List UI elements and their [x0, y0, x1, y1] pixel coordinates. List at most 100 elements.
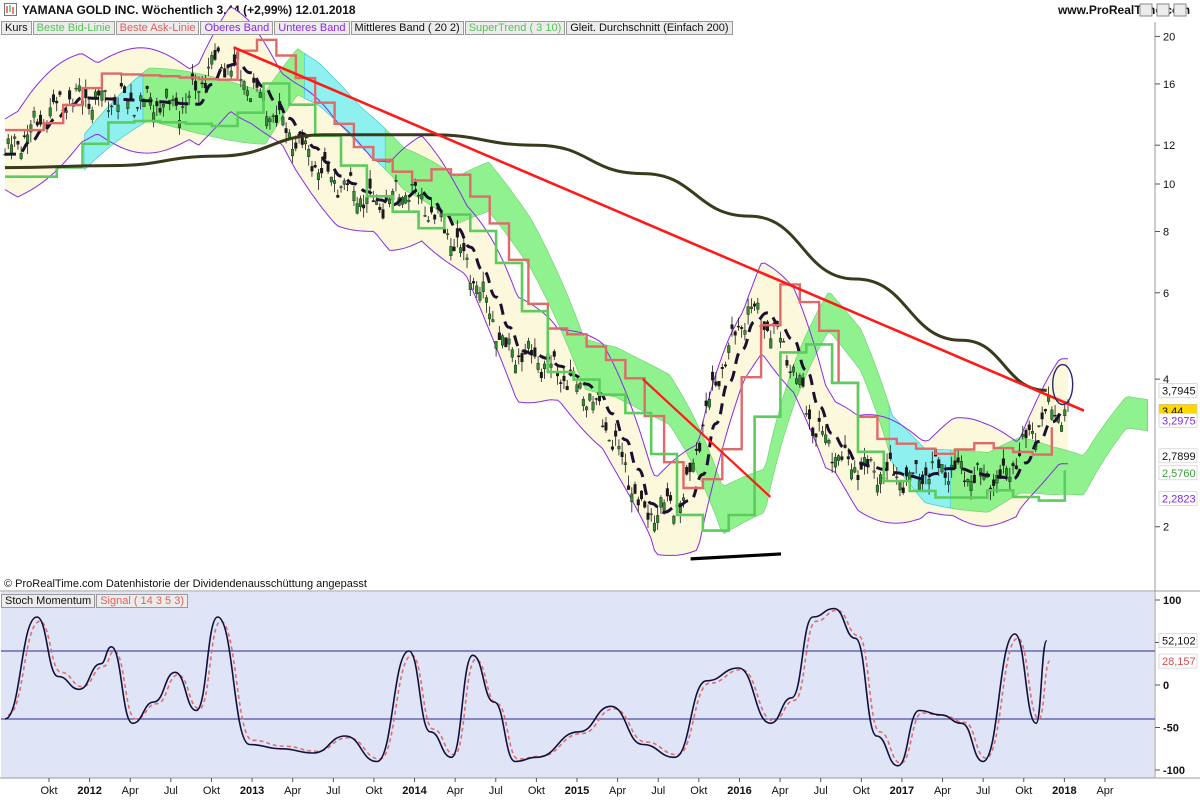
- candle-body: [375, 200, 379, 205]
- candle-body: [543, 363, 547, 369]
- candle-body: [365, 197, 369, 204]
- candle-body: [892, 474, 896, 476]
- candle-body: [946, 481, 950, 485]
- candle-body: [355, 203, 359, 214]
- candle-body: [1050, 409, 1054, 420]
- candle-body: [197, 91, 201, 93]
- legend-lower-band[interactable]: Unteres Band: [274, 21, 350, 35]
- candle-body: [917, 480, 921, 490]
- candle-body: [801, 377, 805, 387]
- price-tick-label: 10: [1163, 179, 1175, 191]
- candle-body: [782, 341, 786, 343]
- candle-body: [459, 247, 463, 254]
- candle-body: [724, 364, 728, 367]
- indicator-panel[interactable]: [1, 592, 1154, 778]
- candle-body: [35, 121, 39, 126]
- candle-body: [274, 115, 278, 123]
- candle-body: [636, 499, 640, 506]
- candle-body: [504, 337, 508, 348]
- candle-body: [614, 430, 618, 437]
- candle-body: [326, 163, 330, 172]
- candle-body: [51, 94, 55, 103]
- price-tick-label: 6: [1163, 288, 1169, 300]
- candle-body: [187, 95, 191, 98]
- candle-body: [132, 114, 136, 117]
- restore-icon[interactable]: [1139, 3, 1153, 17]
- candle-body: [429, 206, 433, 213]
- candle-body: [48, 107, 52, 117]
- candle-body: [1060, 425, 1064, 432]
- legend-upper-band[interactable]: Oberes Band: [200, 21, 274, 35]
- legend-ask[interactable]: Beste Ask-Linie: [115, 21, 200, 35]
- candle-body: [620, 451, 624, 458]
- price-tick-label: 20: [1163, 31, 1175, 43]
- legend-sma200[interactable]: Gleit. Durchschnitt (Einfach 200): [566, 21, 733, 35]
- candle-body: [223, 68, 227, 78]
- candle-body: [307, 149, 311, 157]
- candle-body: [607, 439, 611, 442]
- candle-body: [963, 480, 967, 483]
- candle-body: [455, 228, 459, 238]
- legend-middle-band[interactable]: Mittleres Band ( 20 2): [350, 21, 464, 35]
- indicator-last-stoch: 52,102: [1162, 636, 1196, 648]
- candle-body: [649, 513, 653, 516]
- candle-body: [32, 110, 36, 118]
- candle-body: [998, 469, 1002, 479]
- candle-body: [966, 479, 970, 483]
- candle-body: [468, 283, 472, 290]
- candle-body: [491, 319, 495, 322]
- candle-body: [16, 141, 20, 145]
- candle-body: [84, 88, 88, 99]
- indicator-name[interactable]: Stoch Momentum: [1, 594, 96, 608]
- candle-body: [714, 381, 718, 386]
- candle-body: [808, 409, 812, 420]
- candle-body: [711, 371, 715, 381]
- candle-body: [972, 474, 976, 483]
- candle-body: [811, 427, 815, 436]
- indicator-legend: Stoch Momentum Signal ( 14 3 5 3): [1, 594, 189, 608]
- candle-body: [1053, 414, 1057, 417]
- indicator-signal[interactable]: Signal ( 14 3 5 3): [96, 594, 188, 608]
- candle-body: [630, 493, 634, 503]
- candle-body: [413, 182, 417, 186]
- candle-body: [471, 281, 475, 284]
- candle-body: [135, 107, 139, 109]
- candle-body: [417, 194, 421, 197]
- candle-body: [161, 104, 165, 108]
- last-value-sma-200: 3,7945: [1162, 385, 1196, 397]
- candle-body: [995, 475, 999, 484]
- indicator-tick-label: -50: [1163, 723, 1179, 735]
- candle-body: [539, 371, 543, 378]
- candle-body: [791, 366, 795, 373]
- candle-body: [287, 132, 291, 138]
- candle-body: [362, 204, 366, 209]
- candle-body: [77, 85, 81, 92]
- candle-body: [856, 475, 860, 481]
- maximize-icon[interactable]: [1156, 3, 1170, 17]
- x-tick-label: Okt: [40, 785, 57, 797]
- legend-kurs[interactable]: Kurs: [1, 21, 32, 35]
- candle-body: [394, 180, 398, 182]
- copyright-note: © ProRealTime.com Datenhistorie der Divi…: [4, 578, 367, 590]
- candle-body: [814, 433, 818, 438]
- chart-canvas[interactable]: 2468101216203,79453,443,29752,78992,5760…: [0, 0, 1200, 800]
- x-tick-label: Okt: [690, 785, 707, 797]
- candle-body: [827, 440, 831, 444]
- candle-body: [387, 198, 391, 204]
- legend-supertrend[interactable]: SuperTrend ( 3 10): [464, 21, 566, 35]
- candle-body: [249, 98, 253, 102]
- candle-body: [833, 457, 837, 468]
- candle-body: [171, 99, 175, 101]
- candle-body: [329, 176, 333, 183]
- candle-body: [433, 214, 437, 220]
- legend-bid[interactable]: Beste Bid-Linie: [32, 21, 115, 35]
- candle-body: [19, 153, 23, 159]
- close-icon[interactable]: [1173, 3, 1187, 17]
- x-tick-label: Jul: [489, 785, 503, 797]
- candle-body: [126, 100, 130, 109]
- candle-body: [513, 364, 517, 374]
- candle-body: [1021, 434, 1025, 437]
- candle-body: [316, 172, 320, 181]
- candle-body: [216, 47, 220, 52]
- candle-body: [507, 338, 511, 345]
